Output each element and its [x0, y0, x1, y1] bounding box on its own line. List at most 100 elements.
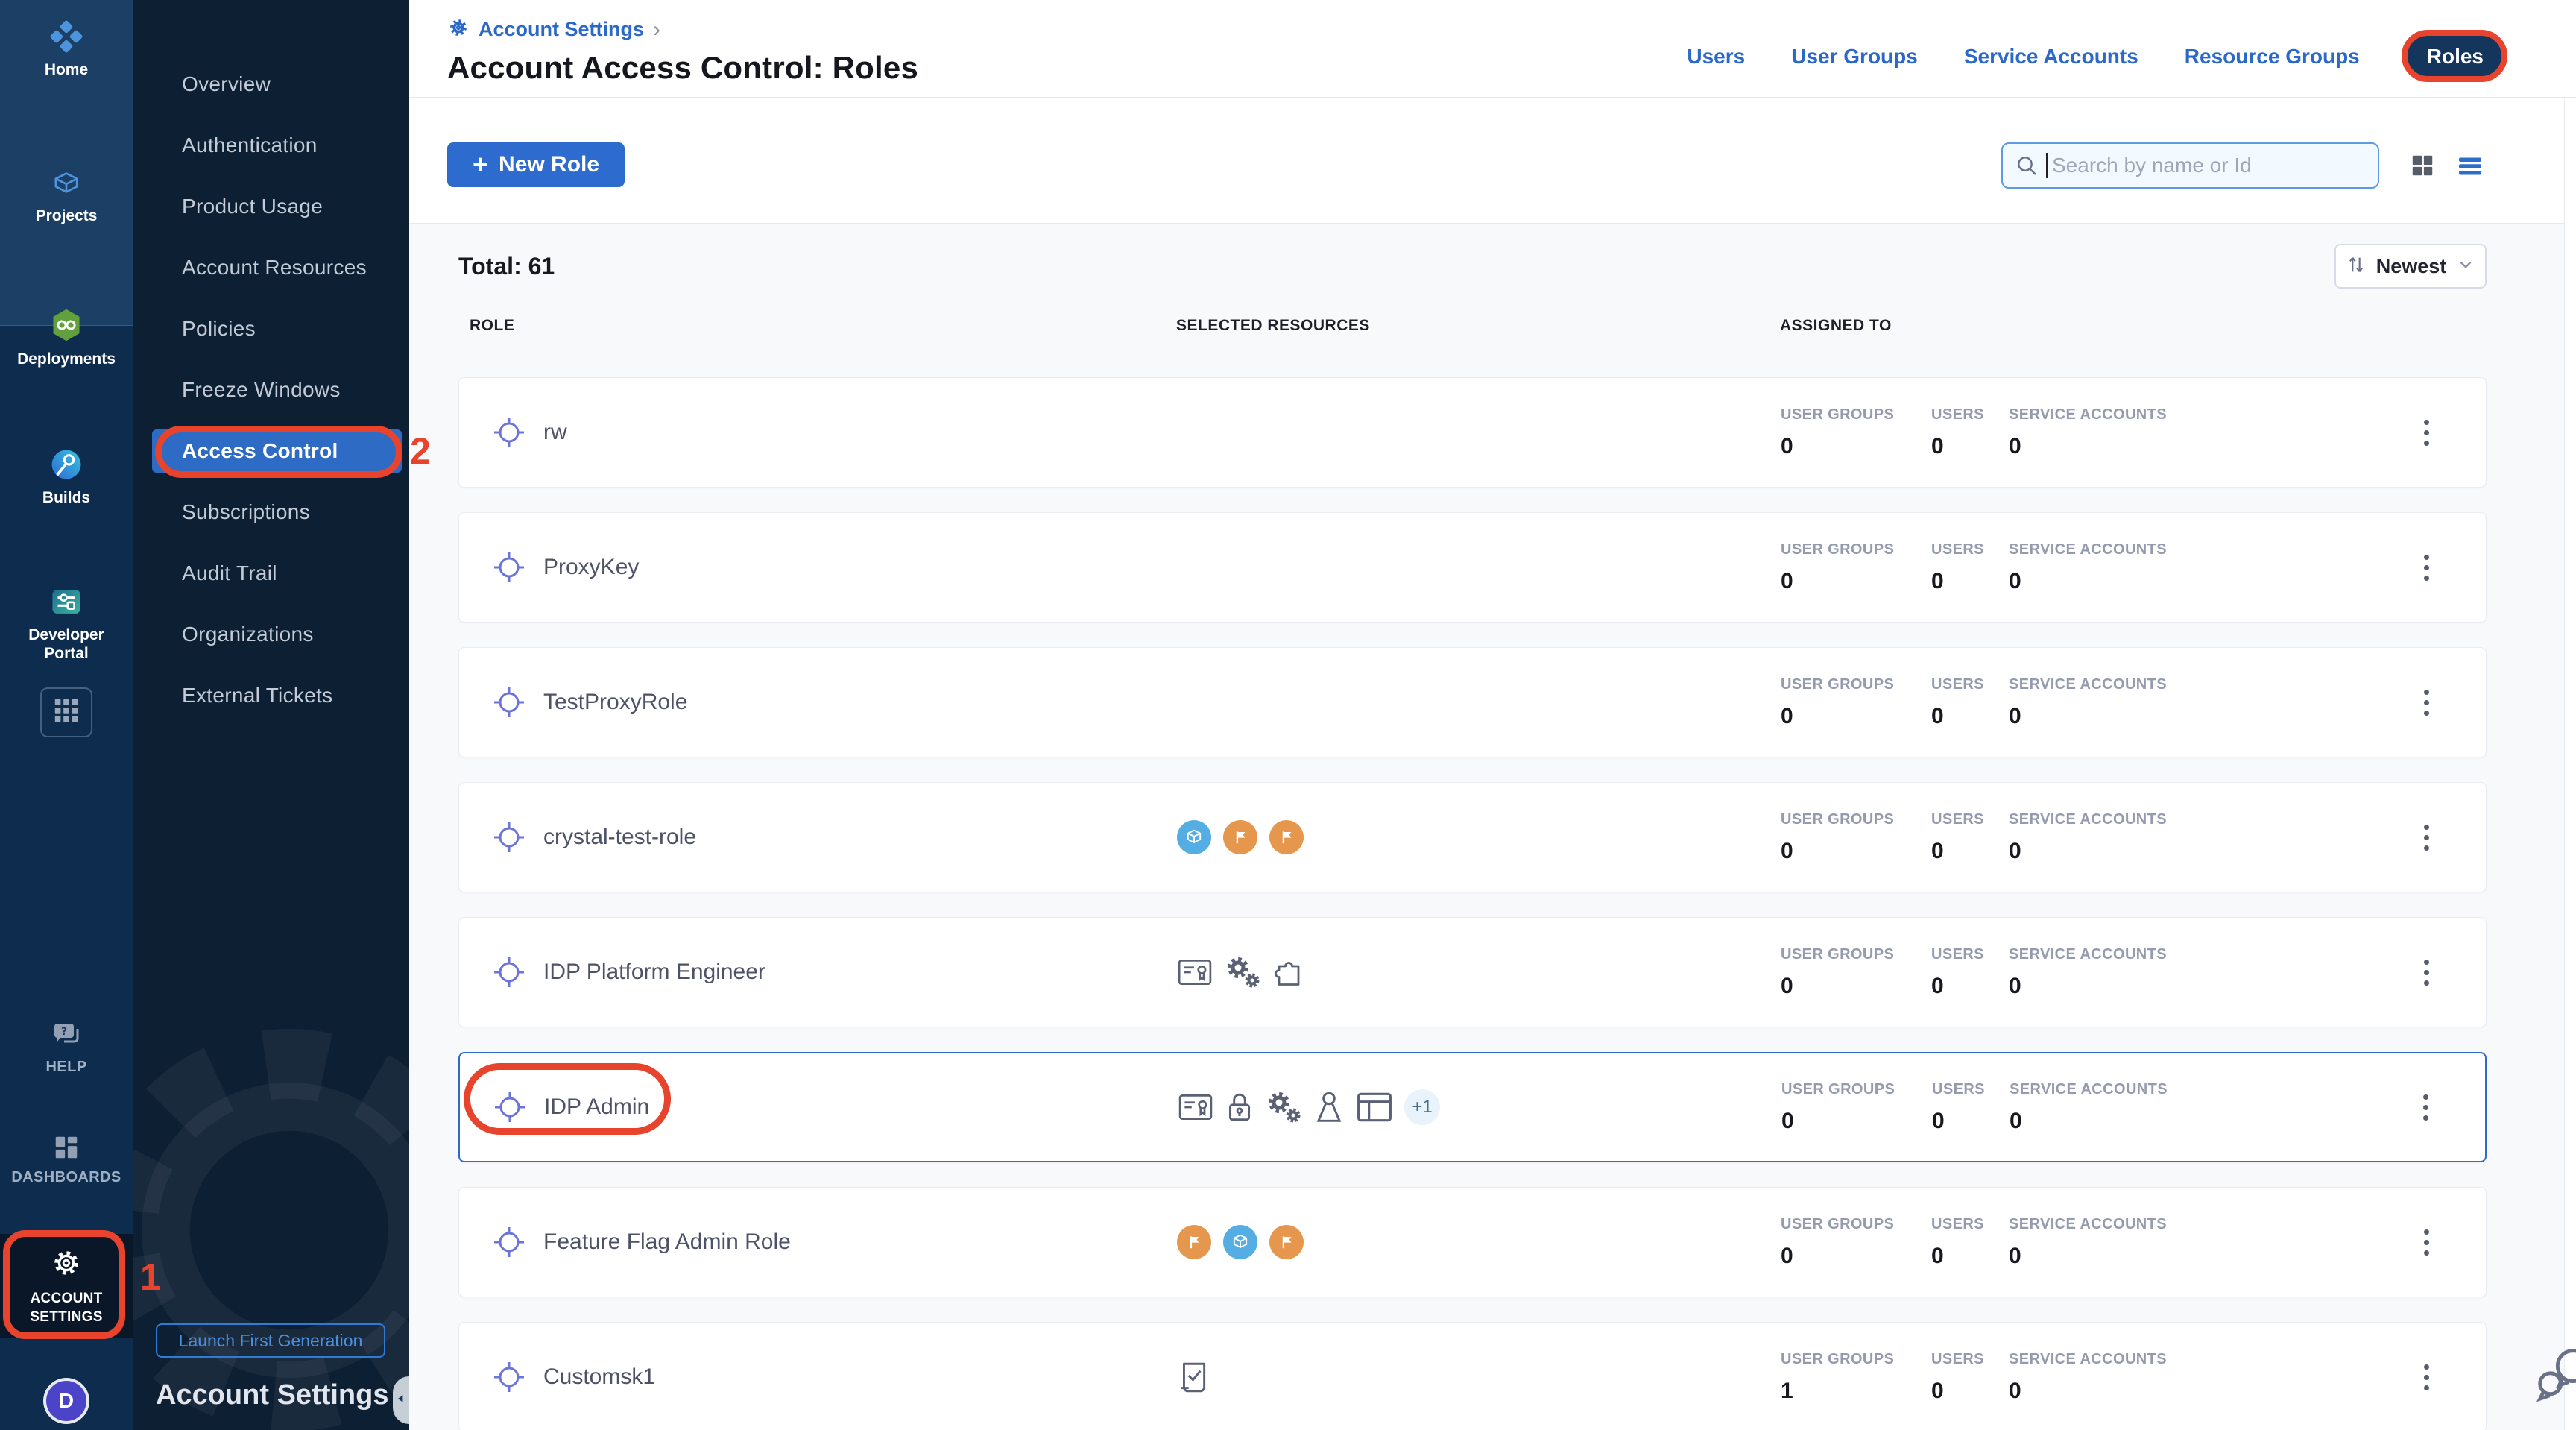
- assigned-to-cell: USER GROUPS0USERS0SERVICE ACCOUNTS0: [1781, 541, 2396, 594]
- row-menu-button[interactable]: [2416, 952, 2437, 993]
- row-menu-button[interactable]: [2416, 412, 2437, 453]
- sidebar-item-dashboards[interactable]: DASHBOARDS: [0, 1133, 133, 1186]
- scrollbar-track[interactable]: [2564, 98, 2576, 1430]
- dashboards-grid-icon: [52, 1133, 80, 1162]
- left-sidebar: Home Projects Deployments Builds Develop…: [0, 0, 133, 1430]
- settings-item-account-resources[interactable]: Account Resources: [133, 237, 409, 298]
- search-box: [2001, 142, 2379, 189]
- new-role-button[interactable]: + New Role: [447, 142, 625, 187]
- assigned-col-service-accounts: SERVICE ACCOUNTS0: [2009, 811, 2396, 864]
- row-menu-button[interactable]: [2416, 682, 2437, 723]
- role-row-testproxyrole[interactable]: TestProxyRoleUSER GROUPS0USERS0SERVICE A…: [458, 647, 2487, 757]
- assigned-value: 0: [2009, 704, 2396, 729]
- settings-item-product-usage[interactable]: Product Usage: [133, 176, 409, 237]
- assigned-value: 0: [1931, 569, 2009, 594]
- selected-resources-cell: [1177, 955, 1781, 989]
- builds-icon: [49, 447, 83, 482]
- nav-tab-user-groups[interactable]: User Groups: [1791, 45, 1918, 69]
- assigned-label: USERS: [1931, 406, 2009, 423]
- row-menu-button[interactable]: [2416, 1087, 2436, 1128]
- role-row-feature-flag-admin-role[interactable]: Feature Flag Admin RoleUSER GROUPS0USERS…: [458, 1187, 2487, 1297]
- role-name: IDP Admin: [544, 1094, 649, 1120]
- assigned-label: USER GROUPS: [1781, 541, 1931, 558]
- feature-flag-icon: [1223, 820, 1257, 854]
- chat-support-icon[interactable]: [2533, 1344, 2576, 1411]
- sidebar-collapse-button[interactable]: [393, 1376, 409, 1424]
- roles-rows: rwUSER GROUPS0USERS0SERVICE ACCOUNTS0Pro…: [458, 377, 2487, 1430]
- assigned-col-users: USERS0: [1931, 1351, 2009, 1404]
- settings-item-policies[interactable]: Policies: [133, 298, 409, 359]
- role-row-crystal-test-role[interactable]: crystal-test-roleUSER GROUPS0USERS0SERVI…: [458, 782, 2487, 892]
- row-menu-button[interactable]: [2416, 1222, 2437, 1263]
- nav-tab-users[interactable]: Users: [1687, 45, 1745, 69]
- nav-tab-service-accounts[interactable]: Service Accounts: [1964, 45, 2138, 69]
- settings-item-authentication[interactable]: Authentication: [133, 115, 409, 176]
- settings-item-external-tickets[interactable]: External Tickets: [133, 665, 409, 726]
- role-row-customsk1[interactable]: Customsk1USER GROUPS1USERS0SERVICE ACCOU…: [458, 1322, 2487, 1430]
- assigned-col-user-groups: USER GROUPS0: [1781, 946, 1931, 999]
- sidebar-item-account-settings[interactable]: ACCOUNT SETTINGS: [0, 1234, 133, 1338]
- settings-sidebar-title: Account Settings: [156, 1379, 388, 1411]
- sort-arrows-icon: [2346, 254, 2367, 279]
- ccm-box-icon: [1177, 820, 1211, 854]
- role-cell: TestProxyRole: [493, 686, 1177, 719]
- home-icon: [49, 19, 83, 54]
- sidebar-item-label: ACCOUNT SETTINGS: [22, 1290, 111, 1326]
- user-avatar[interactable]: D: [46, 1381, 86, 1421]
- settings-item-overview[interactable]: Overview: [133, 54, 409, 115]
- assigned-label: USER GROUPS: [1781, 406, 1931, 423]
- row-menu-button[interactable]: [2416, 1357, 2437, 1398]
- role-row-rw[interactable]: rwUSER GROUPS0USERS0SERVICE ACCOUNTS0: [458, 377, 2487, 488]
- search-input[interactable]: [2001, 142, 2379, 189]
- sort-dropdown[interactable]: Newest: [2334, 244, 2487, 289]
- settings-item-access-control[interactable]: Access Control: [152, 429, 402, 473]
- role-cell: rw: [493, 416, 1177, 449]
- nav-tab-roles[interactable]: Roles: [2406, 36, 2504, 78]
- settings-item-audit-trail[interactable]: Audit Trail: [133, 543, 409, 604]
- assigned-value: 0: [1931, 434, 2009, 459]
- toolbar: + New Role: [409, 98, 2576, 224]
- role-cell: IDP Platform Engineer: [493, 956, 1177, 989]
- selected-resources-cell: [1177, 820, 1781, 854]
- role-row-proxykey[interactable]: ProxyKey USER GROUPS0USERS0SERVICE ACCOUN…: [458, 512, 2487, 623]
- feature-flag-icon: [1269, 1225, 1304, 1259]
- settings-menu: OverviewAuthenticationProduct UsageAccou…: [133, 0, 409, 726]
- settings-item-freeze-windows[interactable]: Freeze Windows: [133, 359, 409, 421]
- role-cell: ProxyKey: [493, 551, 1177, 584]
- person-icon: [1313, 1090, 1345, 1124]
- sidebar-item-builds[interactable]: Builds: [0, 447, 133, 507]
- sidebar-item-home[interactable]: Home: [0, 19, 133, 79]
- breadcrumb-link-account-settings[interactable]: Account Settings: [479, 18, 644, 41]
- grid-view-icon[interactable]: [2410, 153, 2435, 182]
- assigned-col-user-groups: USER GROUPS0: [1781, 541, 1931, 594]
- sidebar-item-developer-portal[interactable]: Developer Portal: [0, 585, 133, 663]
- assigned-value: 0: [2009, 1379, 2396, 1404]
- deployments-icon: [48, 307, 84, 343]
- role-row-idp-admin[interactable]: IDP Admin+1USER GROUPS0USERS0SERVICE ACC…: [458, 1052, 2487, 1162]
- assigned-col-users: USERS0: [1932, 1081, 2010, 1134]
- role-row-idp-platform-engineer[interactable]: IDP Platform EngineerUSER GROUPS0USERS0S…: [458, 917, 2487, 1027]
- sidebar-item-help[interactable]: ? HELP: [0, 1020, 133, 1076]
- role-cell: Feature Flag Admin Role: [493, 1226, 1177, 1259]
- target-crosshair-icon: [493, 416, 525, 449]
- assigned-col-service-accounts: SERVICE ACCOUNTS0: [2009, 406, 2396, 459]
- settings-item-organizations[interactable]: Organizations: [133, 604, 409, 665]
- list-view-icon[interactable]: [2457, 153, 2484, 183]
- ccm-box-icon: [1223, 1225, 1257, 1259]
- nav-tab-resource-groups[interactable]: Resource Groups: [2185, 45, 2360, 69]
- sidebar-item-deployments[interactable]: Deployments: [0, 307, 133, 368]
- assigned-value: 0: [2009, 1244, 2396, 1269]
- row-menu-button[interactable]: [2416, 547, 2437, 588]
- row-menu-button[interactable]: [2416, 817, 2437, 858]
- layout-icon: [1357, 1090, 1392, 1124]
- sidebar-item-label: Builds: [42, 488, 90, 507]
- launch-first-generation-button[interactable]: Launch First Generation: [156, 1323, 385, 1358]
- assigned-label: SERVICE ACCOUNTS: [2009, 946, 2396, 963]
- sidebar-item-projects[interactable]: Projects: [0, 166, 133, 225]
- target-crosshair-icon: [493, 551, 525, 584]
- feature-flag-icon: [1177, 1225, 1211, 1259]
- column-header-assigned-to: ASSIGNED TO: [1780, 317, 2487, 335]
- assigned-value: 0: [1781, 434, 1931, 459]
- settings-item-subscriptions[interactable]: Subscriptions: [133, 482, 409, 543]
- module-picker-button[interactable]: [40, 687, 92, 737]
